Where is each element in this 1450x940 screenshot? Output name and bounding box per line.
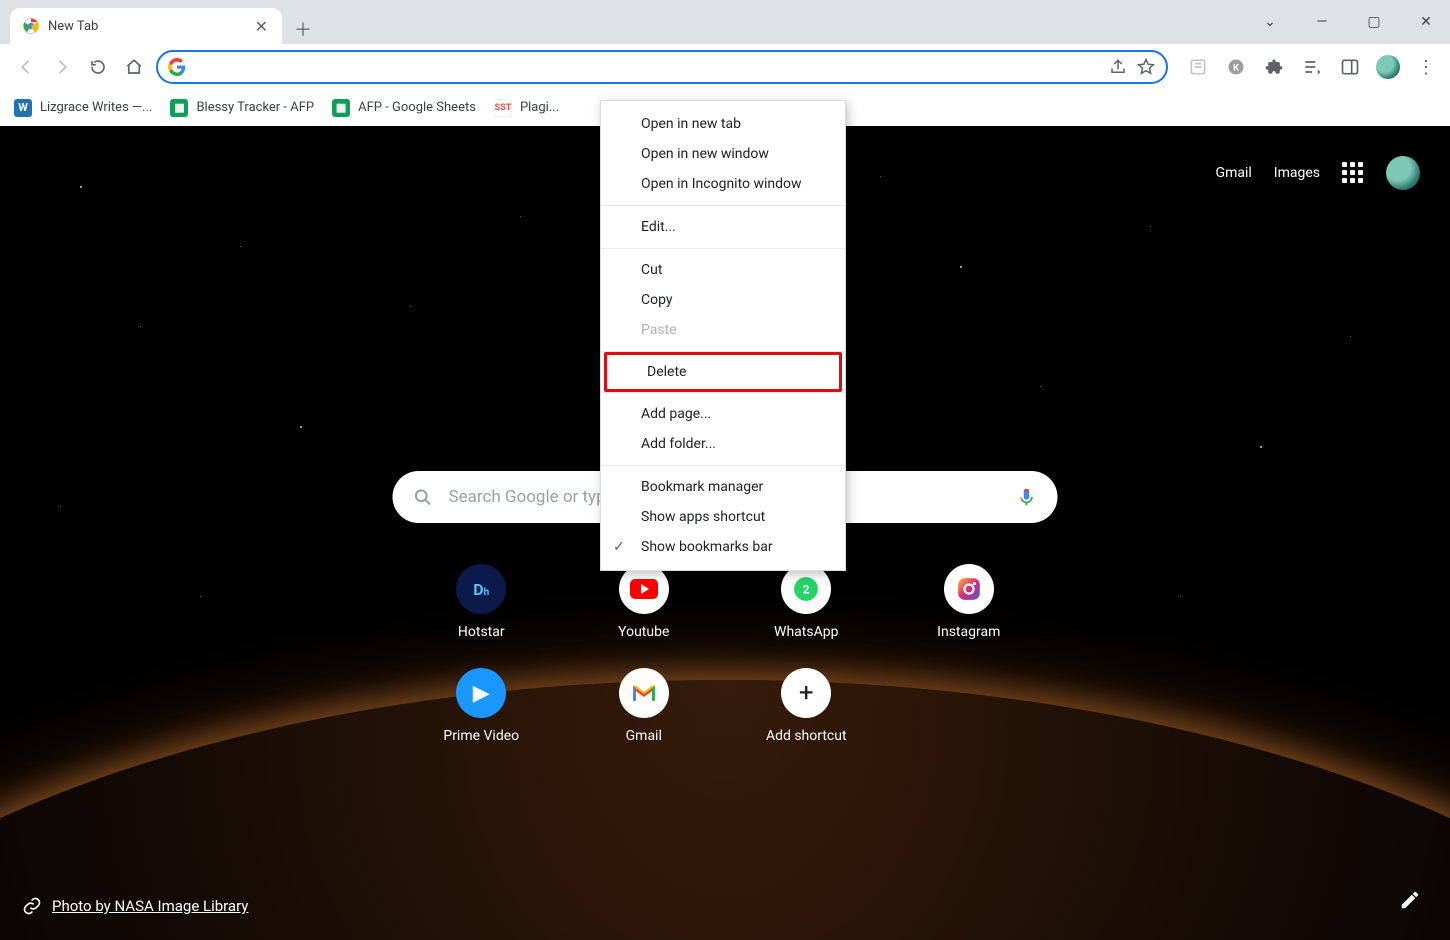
shortcut-whatsapp[interactable]: 2 WhatsApp — [740, 564, 873, 640]
cm-open-incognito[interactable]: Open in Incognito window — [601, 169, 845, 199]
cm-delete-highlight: Delete — [604, 352, 842, 392]
shortcut-label: WhatsApp — [774, 624, 838, 640]
wordpress-icon: W — [14, 99, 32, 117]
shortcut-add[interactable]: + Add shortcut — [740, 668, 873, 744]
share-icon[interactable] — [1108, 57, 1128, 77]
shortcut-label: Gmail — [626, 728, 662, 744]
customize-button[interactable] — [1392, 882, 1428, 918]
instagram-icon — [944, 564, 994, 614]
google-apps-button[interactable] — [1342, 162, 1364, 184]
cm-bookmark-manager[interactable]: Bookmark manager — [601, 472, 845, 502]
link-icon — [22, 896, 42, 916]
shortcuts-grid: Dh Hotstar Youtube 2 WhatsApp Instagram … — [415, 564, 1035, 744]
bookmark-context-menu: Open in new tab Open in new window Open … — [600, 100, 846, 571]
shortcut-label: Youtube — [618, 624, 669, 640]
cm-show-bookmarks-bar-label: Show bookmarks bar — [641, 539, 773, 555]
shortcut-prime-video[interactable]: ▶ Prime Video — [415, 668, 548, 744]
tab-new-tab[interactable]: New Tab ✕ — [10, 8, 282, 44]
tab-close-button[interactable]: ✕ — [253, 15, 270, 38]
bookmark-item[interactable]: ▦ AFP - Google Sheets — [332, 99, 476, 117]
bookmark-star-icon[interactable] — [1136, 57, 1156, 77]
gmail-icon — [619, 668, 669, 718]
back-button[interactable] — [12, 53, 40, 81]
new-tab-button[interactable]: ＋ — [288, 14, 318, 44]
shortcut-gmail[interactable]: Gmail — [578, 668, 711, 744]
forward-button[interactable] — [48, 53, 76, 81]
omnibox[interactable] — [156, 50, 1168, 84]
cm-add-page[interactable]: Add page... — [601, 399, 845, 429]
shortcut-youtube[interactable]: Youtube — [578, 564, 711, 640]
extension-k-icon[interactable]: K — [1224, 55, 1248, 79]
svg-text:2: 2 — [803, 582, 810, 596]
shortcut-label: Add shortcut — [766, 728, 847, 744]
media-control-icon[interactable] — [1300, 55, 1324, 79]
hotstar-icon: Dh — [456, 564, 506, 614]
gmail-link[interactable]: Gmail — [1216, 165, 1252, 181]
cm-open-new-tab[interactable]: Open in new tab — [601, 109, 845, 139]
chrome-menu-button[interactable]: ⋮ — [1414, 55, 1438, 79]
cm-copy[interactable]: Copy — [601, 285, 845, 315]
bookmark-item[interactable]: SST Plagi... — [494, 99, 559, 117]
sst-icon: SST — [494, 99, 512, 117]
bookmark-item[interactable]: ▦ Blessy Tracker - AFP — [170, 99, 314, 117]
address-input[interactable] — [194, 59, 1100, 76]
reading-list-icon[interactable] — [1186, 55, 1210, 79]
cm-delete[interactable]: Delete — [607, 355, 839, 389]
cm-open-new-window[interactable]: Open in new window — [601, 139, 845, 169]
bookmark-label: Plagi... — [520, 100, 559, 115]
window-minimize-button[interactable]: — — [1308, 8, 1336, 36]
background-attribution: Photo by NASA Image Library — [22, 896, 248, 916]
sidepanel-icon[interactable] — [1338, 55, 1362, 79]
tab-title: New Tab — [48, 19, 98, 34]
attribution-link[interactable]: Photo by NASA Image Library — [52, 897, 248, 915]
home-button[interactable] — [120, 53, 148, 81]
svg-text:K: K — [1233, 63, 1239, 73]
google-logo-icon — [168, 58, 186, 76]
window-maximize-button[interactable]: ▢ — [1360, 8, 1388, 36]
titlebar: New Tab ✕ ＋ ⌄ — ▢ ✕ — [0, 0, 1450, 44]
toolbar-right-icons: K ⋮ — [1176, 55, 1438, 79]
cm-show-bookmarks-bar[interactable]: ✓ Show bookmarks bar — [601, 532, 845, 562]
window-controls: ⌄ — ▢ ✕ — [1256, 0, 1450, 44]
cm-paste: Paste — [601, 315, 845, 345]
window-close-button[interactable]: ✕ — [1412, 8, 1440, 36]
chrome-favicon-icon — [22, 17, 40, 35]
whatsapp-icon: 2 — [781, 564, 831, 614]
search-tabs-button[interactable]: ⌄ — [1256, 8, 1284, 36]
bookmark-label: AFP - Google Sheets — [358, 100, 476, 115]
bookmark-label: Lizgrace Writes —... — [40, 100, 152, 115]
cm-cut[interactable]: Cut — [601, 255, 845, 285]
cm-add-folder[interactable]: Add folder... — [601, 429, 845, 459]
search-icon — [413, 487, 433, 507]
cm-edit[interactable]: Edit... — [601, 212, 845, 242]
sheets-icon: ▦ — [332, 99, 350, 117]
voice-search-icon[interactable] — [1016, 486, 1038, 508]
extensions-puzzle-icon[interactable] — [1262, 55, 1286, 79]
cm-show-apps-shortcut[interactable]: Show apps shortcut — [601, 502, 845, 532]
tabs-strip: New Tab ✕ ＋ — [10, 0, 318, 44]
google-top-links: Gmail Images — [1216, 156, 1420, 190]
toolbar: K ⋮ — [0, 44, 1450, 90]
shortcut-hotstar[interactable]: Dh Hotstar — [415, 564, 548, 640]
account-avatar[interactable] — [1386, 156, 1420, 190]
images-link[interactable]: Images — [1274, 165, 1320, 181]
shortcut-label: Instagram — [937, 624, 1000, 640]
shortcut-label: Prime Video — [443, 728, 519, 744]
plus-icon: + — [781, 668, 831, 718]
prime-video-icon: ▶ — [456, 668, 506, 718]
youtube-icon — [619, 564, 669, 614]
sheets-icon: ▦ — [170, 99, 188, 117]
shortcut-instagram[interactable]: Instagram — [903, 564, 1036, 640]
reload-button[interactable] — [84, 53, 112, 81]
bookmark-item[interactable]: W Lizgrace Writes —... — [14, 99, 152, 117]
shortcut-label: Hotstar — [458, 624, 505, 640]
check-icon: ✓ — [613, 538, 625, 556]
bookmark-label: Blessy Tracker - AFP — [196, 100, 314, 115]
profile-avatar[interactable] — [1376, 55, 1400, 79]
